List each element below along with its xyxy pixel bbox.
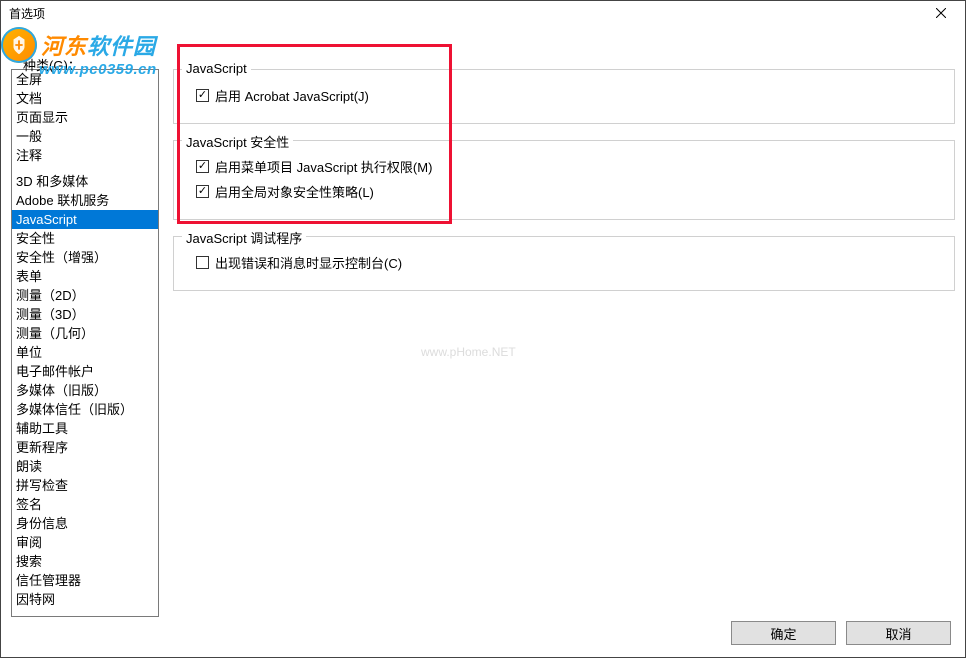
checkbox-icon[interactable]	[196, 89, 209, 102]
category-label: 种类(G)：	[23, 55, 81, 74]
category-item[interactable]: 信任管理器	[12, 571, 158, 590]
category-item[interactable]: 辅助工具	[12, 419, 158, 438]
section-javascript: JavaScript 启用 Acrobat JavaScript(J)	[173, 69, 955, 124]
cancel-button[interactable]: 取消	[846, 621, 951, 645]
option-enable-menu-js[interactable]: 启用菜单项目 JavaScript 执行权限(M)	[196, 157, 940, 176]
dialog-content: 河东软件园 www.pc0359.cn 种类(G)： 全屏文档页面显示一般注释3…	[1, 25, 965, 657]
category-item[interactable]: 单位	[12, 343, 158, 362]
category-item[interactable]: 电子邮件帐户	[12, 362, 158, 381]
section-title: JavaScript 安全性	[182, 132, 293, 151]
settings-panel: JavaScript 启用 Acrobat JavaScript(J) Java…	[173, 69, 955, 617]
preferences-dialog: 首选项 河东软件园 www.pc0359.cn 种类(G)： 全屏文档页面显示一…	[0, 0, 966, 658]
option-label: 启用 Acrobat JavaScript(J)	[215, 86, 369, 105]
option-enable-global-security[interactable]: 启用全局对象安全性策略(L)	[196, 182, 940, 201]
category-item[interactable]: 安全性	[12, 229, 158, 248]
category-item[interactable]: 拼写检查	[12, 476, 158, 495]
checkbox-icon[interactable]	[196, 185, 209, 198]
titlebar: 首选项	[1, 1, 965, 25]
section-javascript-security: JavaScript 安全性 启用菜单项目 JavaScript 执行权限(M)…	[173, 140, 955, 220]
section-title: JavaScript	[182, 61, 251, 76]
category-item[interactable]: Adobe 联机服务	[12, 191, 158, 210]
ok-button[interactable]: 确定	[731, 621, 836, 645]
category-item[interactable]: 搜索	[12, 552, 158, 571]
category-item[interactable]: 页面显示	[12, 108, 158, 127]
category-item[interactable]: 表单	[12, 267, 158, 286]
category-item[interactable]: 测量（3D）	[12, 305, 158, 324]
close-button[interactable]	[921, 1, 961, 25]
category-item[interactable]: 注释	[12, 146, 158, 165]
option-enable-acrobat-js[interactable]: 启用 Acrobat JavaScript(J)	[196, 86, 940, 105]
category-item[interactable]: 朗读	[12, 457, 158, 476]
option-label: 出现错误和消息时显示控制台(C)	[215, 253, 402, 272]
category-item[interactable]: 测量（2D）	[12, 286, 158, 305]
category-item[interactable]: 3D 和多媒体	[12, 172, 158, 191]
category-item[interactable]: JavaScript	[12, 210, 158, 229]
category-item[interactable]: 多媒体（旧版）	[12, 381, 158, 400]
category-listbox[interactable]: 全屏文档页面显示一般注释3D 和多媒体Adobe 联机服务JavaScript安…	[11, 69, 159, 617]
checkbox-icon[interactable]	[196, 256, 209, 269]
close-icon	[936, 8, 946, 18]
category-item[interactable]: 测量（几何）	[12, 324, 158, 343]
option-label: 启用全局对象安全性策略(L)	[215, 182, 374, 201]
category-item[interactable]: 身份信息	[12, 514, 158, 533]
dialog-footer: 确定 取消	[731, 621, 951, 645]
category-item[interactable]: 文档	[12, 89, 158, 108]
category-item[interactable]: 安全性（增强）	[12, 248, 158, 267]
section-javascript-debugger: JavaScript 调试程序 出现错误和消息时显示控制台(C)	[173, 236, 955, 291]
category-item[interactable]: 多媒体信任（旧版）	[12, 400, 158, 419]
category-item[interactable]: 审阅	[12, 533, 158, 552]
category-item[interactable]: 更新程序	[12, 438, 158, 457]
category-item[interactable]: 因特网	[12, 590, 158, 609]
section-title: JavaScript 调试程序	[182, 228, 306, 247]
checkbox-icon[interactable]	[196, 160, 209, 173]
option-label: 启用菜单项目 JavaScript 执行权限(M)	[215, 157, 432, 176]
option-show-console[interactable]: 出现错误和消息时显示控制台(C)	[196, 253, 940, 272]
category-item[interactable]: 签名	[12, 495, 158, 514]
category-item[interactable]: 一般	[12, 127, 158, 146]
window-title: 首选项	[9, 5, 45, 22]
